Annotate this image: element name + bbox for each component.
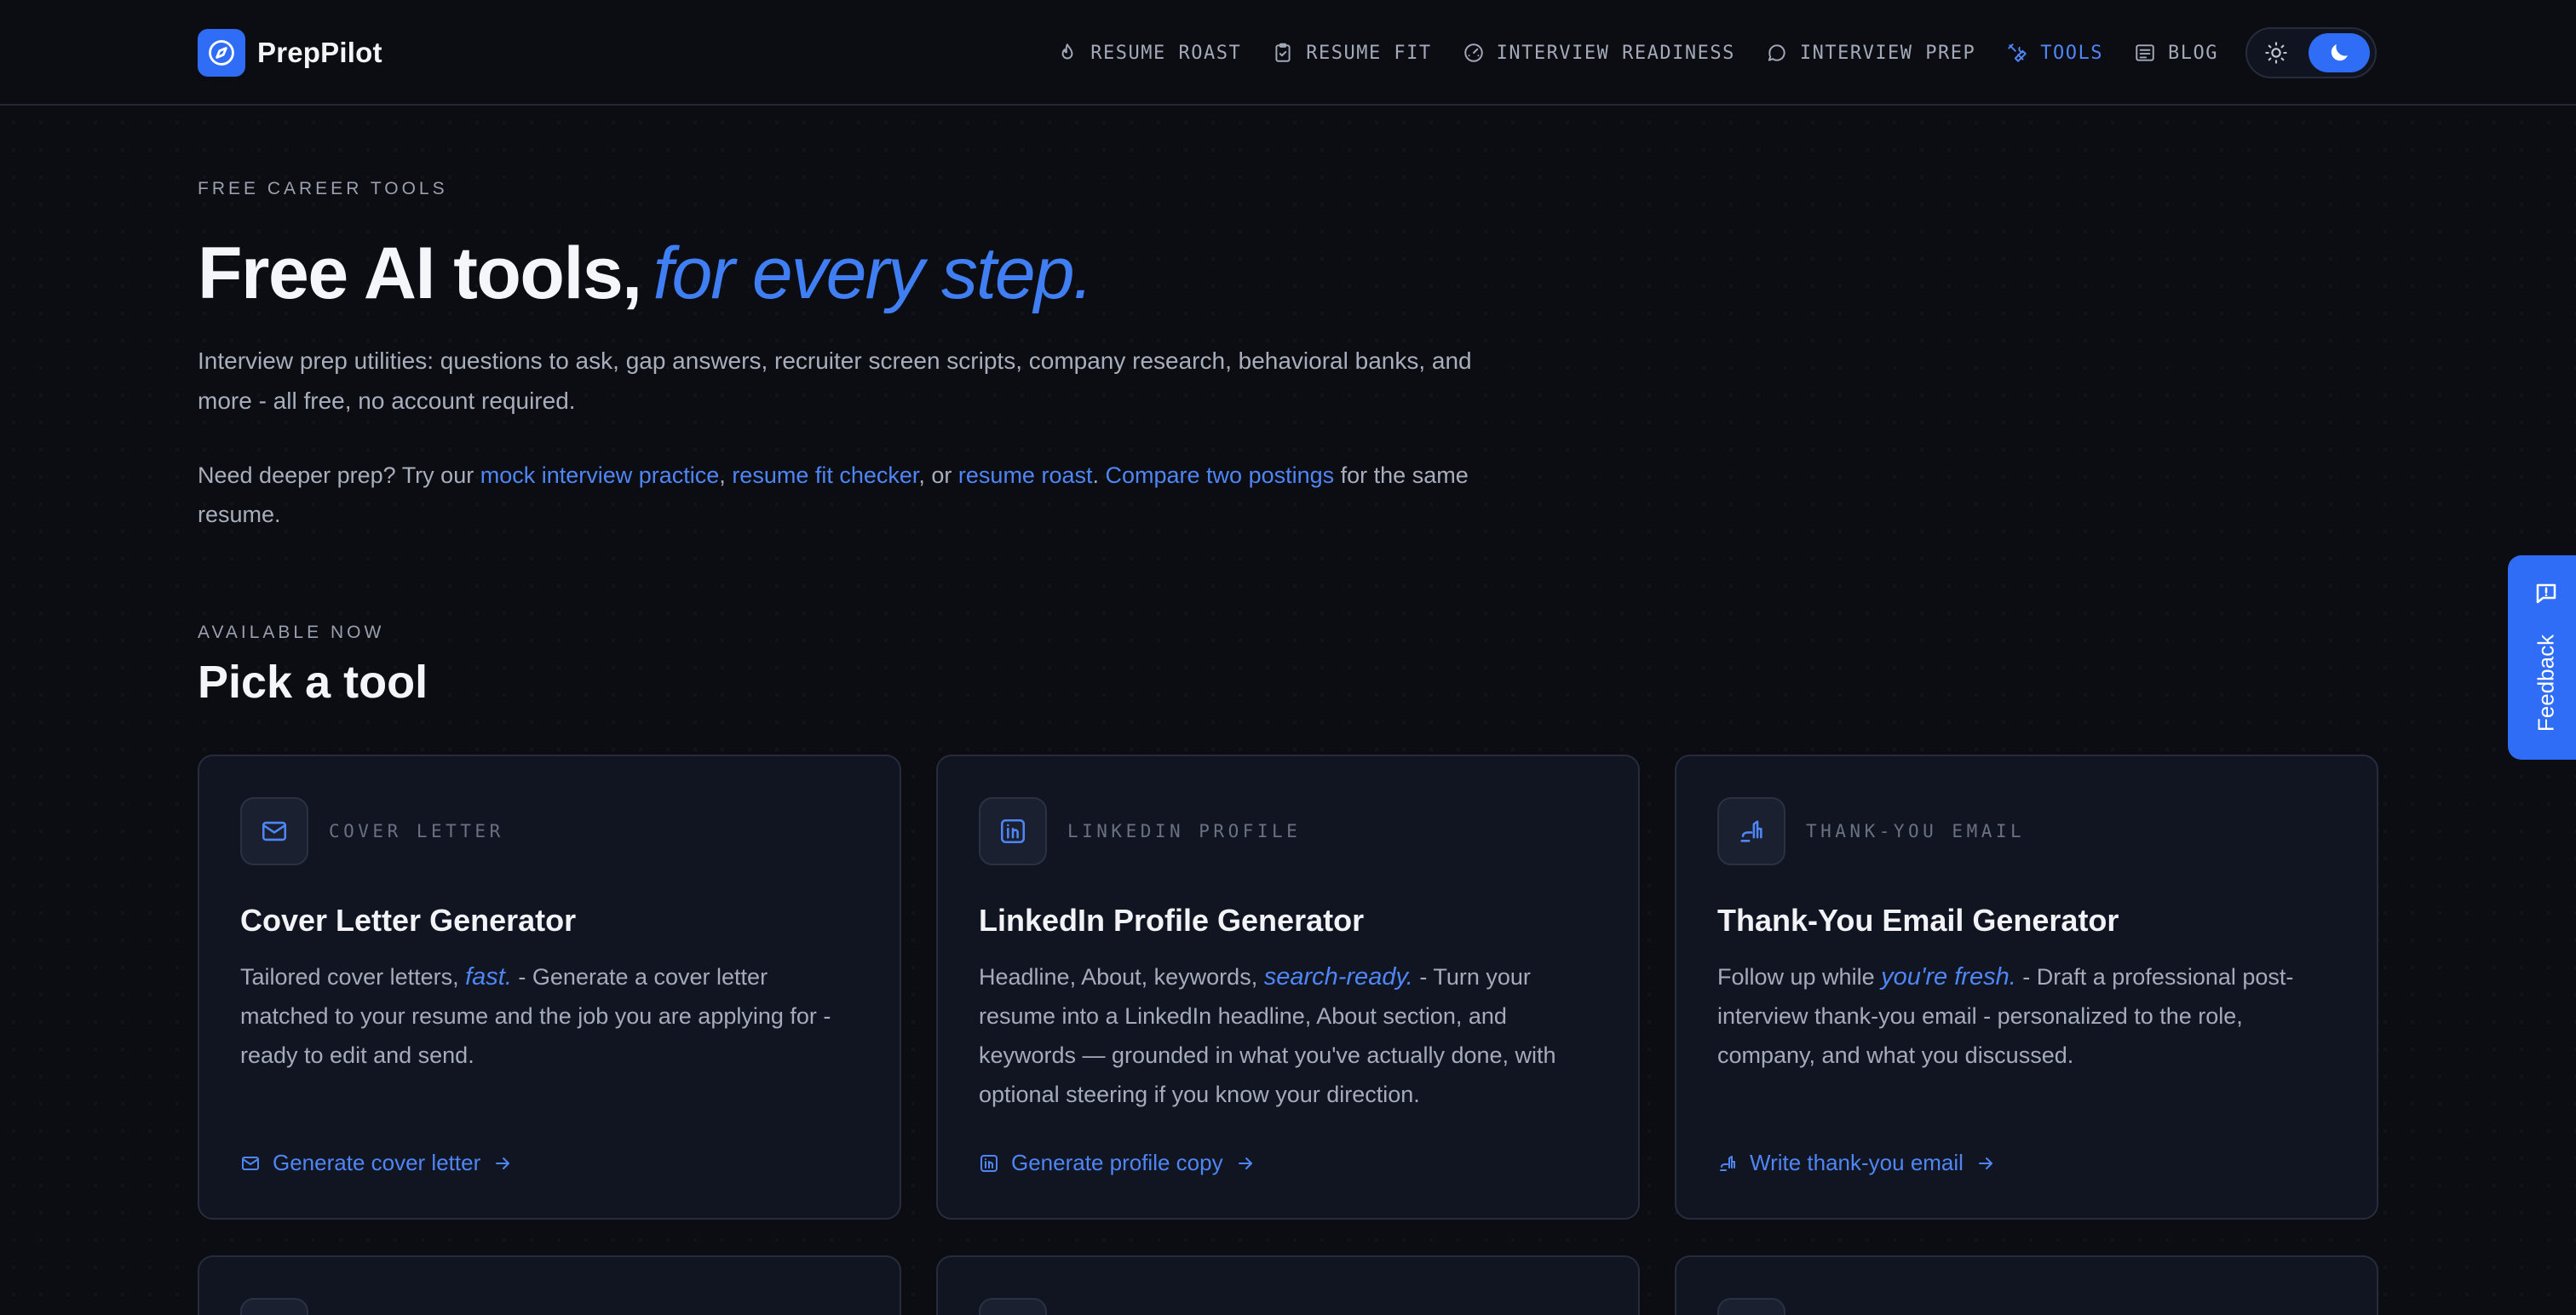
flame-icon: [1061, 43, 1073, 60]
generate-profile-copy-link[interactable]: Generate profile copy: [979, 1150, 1256, 1176]
cta-label: Generate cover letter: [273, 1150, 481, 1175]
nav-item-tools[interactable]: TOOLS: [2006, 42, 2103, 64]
arrow-right-icon: [1238, 1157, 1252, 1169]
nav-item-interview-readiness[interactable]: INTERVIEW READINESS: [1463, 42, 1735, 64]
theme-toggle[interactable]: [2245, 27, 2377, 78]
title-main: Free AI tools,: [198, 233, 642, 314]
nav-item-resume-fit[interactable]: RESUME FIT: [1272, 42, 1431, 64]
tool-icon: [979, 1298, 1047, 1315]
arrow-right-icon: [1978, 1157, 1992, 1169]
linkedin-icon: [979, 797, 1047, 865]
links-prefix: Need deeper prep? Try our: [198, 462, 480, 488]
brand-name: PrepPilot: [257, 37, 382, 68]
nav-label: RESUME FIT: [1306, 42, 1432, 64]
compass-icon: [198, 29, 245, 77]
nav-item-interview-prep[interactable]: INTERVIEW PREP: [1766, 42, 1975, 64]
hero-description: Interview prep utilities: questions to a…: [198, 347, 1472, 414]
hand-wave-icon: [1720, 1155, 1735, 1171]
tool-card-partial[interactable]: [936, 1255, 1640, 1315]
cta-label: Generate profile copy: [1011, 1150, 1223, 1175]
cta-label: Write thank-you email: [1750, 1150, 1964, 1175]
mail-icon: [242, 1156, 259, 1170]
sun-icon: [2265, 42, 2287, 64]
feedback-icon: [2536, 583, 2556, 604]
tool-card-cover-letter[interactable]: COVER LETTER Cover Letter Generator Tail…: [198, 755, 901, 1220]
nav-label: TOOLS: [2040, 42, 2104, 64]
tool-card-linkedin[interactable]: LINKEDIN PROFILE LinkedIn Profile Genera…: [936, 755, 1640, 1220]
link-resume-roast[interactable]: resume roast: [958, 462, 1093, 488]
mail-icon: [240, 797, 308, 865]
desc-highlight: fast.: [465, 963, 512, 991]
card-description: Headline, About, keywords, search-ready.…: [979, 957, 1601, 1114]
main-nav: RESUME ROAST RESUME FIT INTERVIEW READIN…: [1026, 36, 2218, 70]
chat-bubble-icon: [1768, 44, 1785, 61]
desc-highlight: search-ready.: [1263, 963, 1413, 991]
moon-icon: [2309, 33, 2370, 72]
feedback-tab[interactable]: Feedback: [2508, 555, 2576, 760]
nav-label: INTERVIEW PREP: [1799, 42, 1976, 64]
tool-card-thank-you[interactable]: THANK-YOU EMAIL Thank-You Email Generato…: [1675, 755, 2378, 1220]
links-sep: .: [1092, 462, 1106, 488]
tool-card-partial[interactable]: [1675, 1255, 2378, 1315]
desc-lead: Follow up while: [1717, 964, 1882, 990]
clipboard-check-icon: [1275, 43, 1291, 62]
nav-label: RESUME ROAST: [1090, 42, 1242, 64]
link-compare-postings[interactable]: Compare two postings: [1106, 462, 1335, 488]
link-mock-interview[interactable]: mock interview practice: [480, 462, 720, 488]
section-eyebrow: AVAILABLE NOW: [198, 623, 385, 642]
card-description: Follow up while you're fresh. - Draft a …: [1717, 957, 2339, 1075]
card-tag: LINKEDIN PROFILE: [1067, 821, 1302, 841]
linkedin-icon: [980, 1154, 998, 1172]
card-tag: THANK-YOU EMAIL: [1806, 821, 2026, 841]
links-sep: ,: [719, 462, 733, 488]
card-title: LinkedIn Profile Generator: [979, 903, 1365, 938]
card-description: Tailored cover letters, fast. - Generate…: [240, 957, 862, 1075]
hero-eyebrow: FREE CAREER TOOLS: [198, 179, 448, 198]
title-accent: for every step.: [653, 233, 1094, 314]
feedback-label: Feedback: [2533, 634, 2559, 732]
hand-wave-icon: [1717, 797, 1785, 865]
desc-lead: Headline, About, keywords,: [979, 964, 1264, 990]
generate-cover-letter-link[interactable]: Generate cover letter: [240, 1150, 513, 1176]
card-title: Thank-You Email Generator: [1717, 903, 2119, 938]
links-sep: , or: [918, 462, 958, 488]
tools-icon: [2008, 43, 2027, 62]
top-header: PrepPilot RESUME ROAST RESUME FIT INTERV…: [0, 0, 2576, 106]
hero-links: Need deeper prep? Try our mock interview…: [198, 456, 1492, 534]
tool-icon: [240, 1298, 308, 1315]
desc-highlight: you're fresh.: [1881, 963, 2016, 991]
logo[interactable]: PrepPilot: [198, 29, 382, 77]
tool-icon: [1717, 1298, 1785, 1315]
newspaper-icon: [2136, 44, 2154, 61]
section-title: Pick a tool: [198, 657, 428, 708]
desc-lead: Tailored cover letters,: [240, 964, 466, 990]
card-title: Cover Letter Generator: [240, 903, 577, 938]
link-resume-fit[interactable]: resume fit checker: [732, 462, 918, 488]
nav-label: INTERVIEW READINESS: [1496, 42, 1735, 64]
arrow-right-icon: [496, 1157, 510, 1169]
nav-item-blog[interactable]: BLOG: [2134, 42, 2218, 64]
write-thank-you-link[interactable]: Write thank-you email: [1717, 1150, 1996, 1176]
card-tag: COVER LETTER: [329, 821, 504, 841]
page-title: Free AI tools, for every step.: [198, 232, 1094, 316]
nav-label: BLOG: [2168, 42, 2218, 64]
nav-item-resume-roast[interactable]: RESUME ROAST: [1056, 42, 1241, 64]
gauge-icon: [1463, 43, 1483, 62]
tool-card-partial[interactable]: [198, 1255, 901, 1315]
